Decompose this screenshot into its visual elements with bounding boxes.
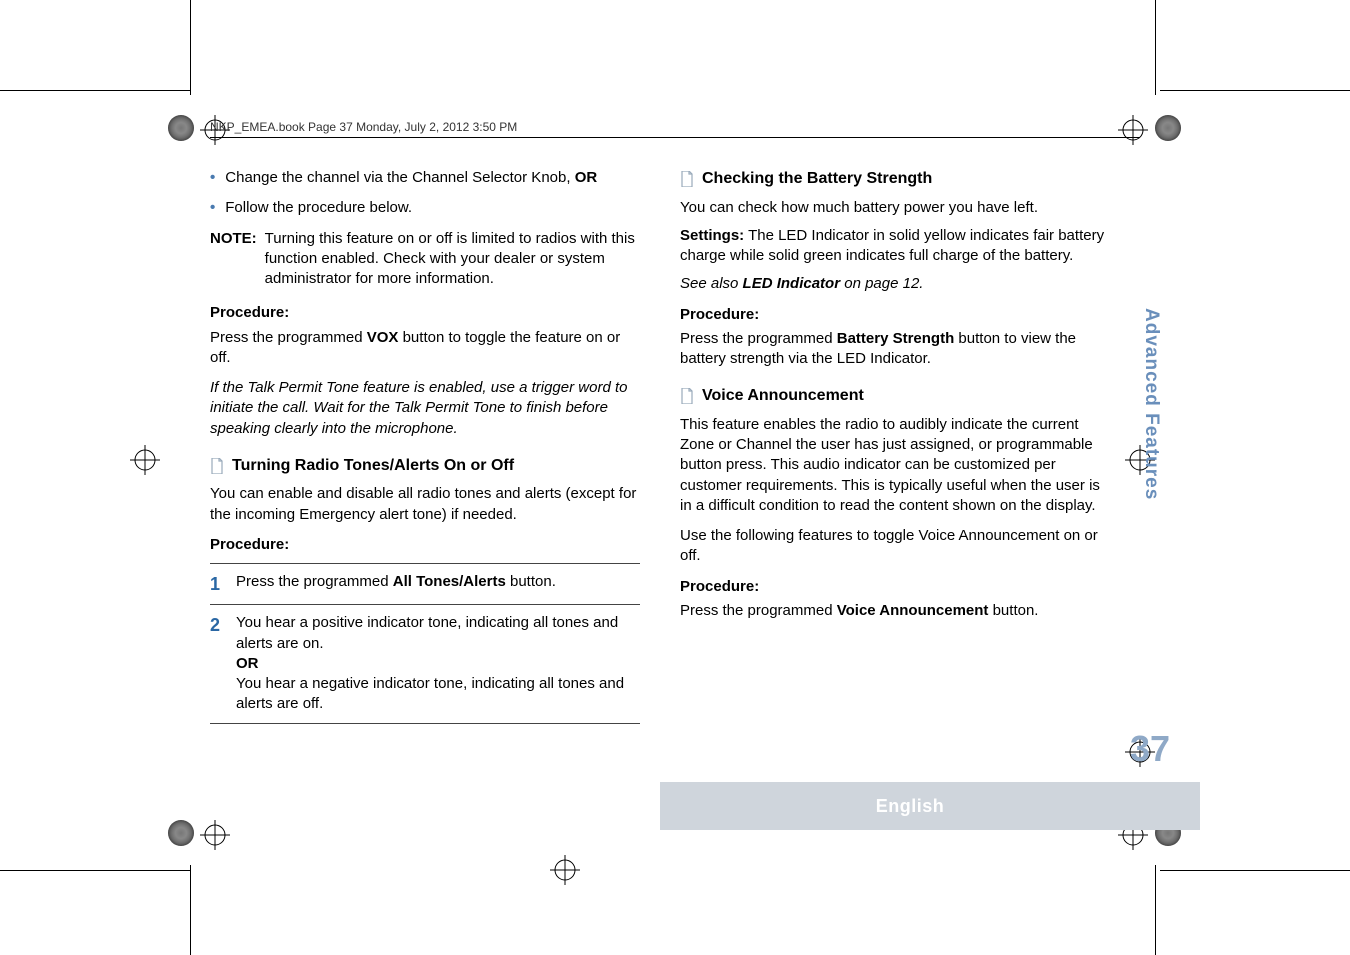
step-number: 1 bbox=[210, 572, 224, 596]
body-text: This feature enables the radio to audibl… bbox=[680, 415, 1110, 516]
procedure-label: Procedure: bbox=[210, 535, 640, 555]
body-text: Press the programmed Battery Strength bu… bbox=[680, 329, 1110, 370]
body-text: Use the following features to toggle Voi… bbox=[680, 526, 1110, 567]
body-text: Change the channel via the Channel Selec… bbox=[225, 168, 597, 188]
document-icon bbox=[680, 388, 694, 404]
body-text: Settings: The LED Indicator in solid yel… bbox=[680, 226, 1110, 267]
step-number: 2 bbox=[210, 613, 224, 714]
bullet-icon: • bbox=[210, 198, 215, 218]
step-text: Press the programmed All Tones/Alerts bu… bbox=[236, 572, 556, 596]
body-text: Press the programmed VOX button to toggl… bbox=[210, 328, 640, 369]
registration-mark-icon bbox=[130, 445, 160, 475]
document-header: NKP_EMEA.book Page 37 Monday, July 2, 20… bbox=[210, 120, 1140, 138]
body-text: Follow the procedure below. bbox=[225, 198, 412, 218]
registration-mark-icon bbox=[550, 855, 580, 885]
bullet-icon: • bbox=[210, 168, 215, 188]
note-label: NOTE: bbox=[210, 229, 257, 290]
see-also-text: See also LED Indicator on page 12. bbox=[680, 274, 1110, 294]
section-heading: Checking the Battery Strength bbox=[702, 168, 932, 190]
body-text: Press the programmed Voice Announcement … bbox=[680, 601, 1110, 621]
procedure-label: Procedure: bbox=[680, 305, 1110, 325]
right-column: Checking the Battery Strength You can ch… bbox=[680, 168, 1140, 732]
document-icon bbox=[210, 458, 224, 474]
document-icon bbox=[680, 171, 694, 187]
note-text: Turning this feature on or off is limite… bbox=[265, 229, 640, 290]
body-text: You can enable and disable all radio ton… bbox=[210, 484, 640, 525]
body-text: You can check how much battery power you… bbox=[680, 198, 1110, 218]
left-column: • Change the channel via the Channel Sel… bbox=[210, 168, 640, 732]
body-text-italic: If the Talk Permit Tone feature is enabl… bbox=[210, 378, 640, 439]
section-heading: Turning Radio Tones/Alerts On or Off bbox=[232, 455, 514, 477]
sidebar-chapter-title: Advanced Features bbox=[1140, 308, 1162, 500]
procedure-label: Procedure: bbox=[680, 577, 1110, 597]
page-number: 37 bbox=[1130, 728, 1170, 770]
section-heading: Voice Announcement bbox=[702, 385, 864, 407]
step-text: You hear a positive indicator tone, indi… bbox=[236, 613, 640, 714]
procedure-label: Procedure: bbox=[210, 303, 640, 323]
footer-language-band: English bbox=[660, 782, 1200, 830]
